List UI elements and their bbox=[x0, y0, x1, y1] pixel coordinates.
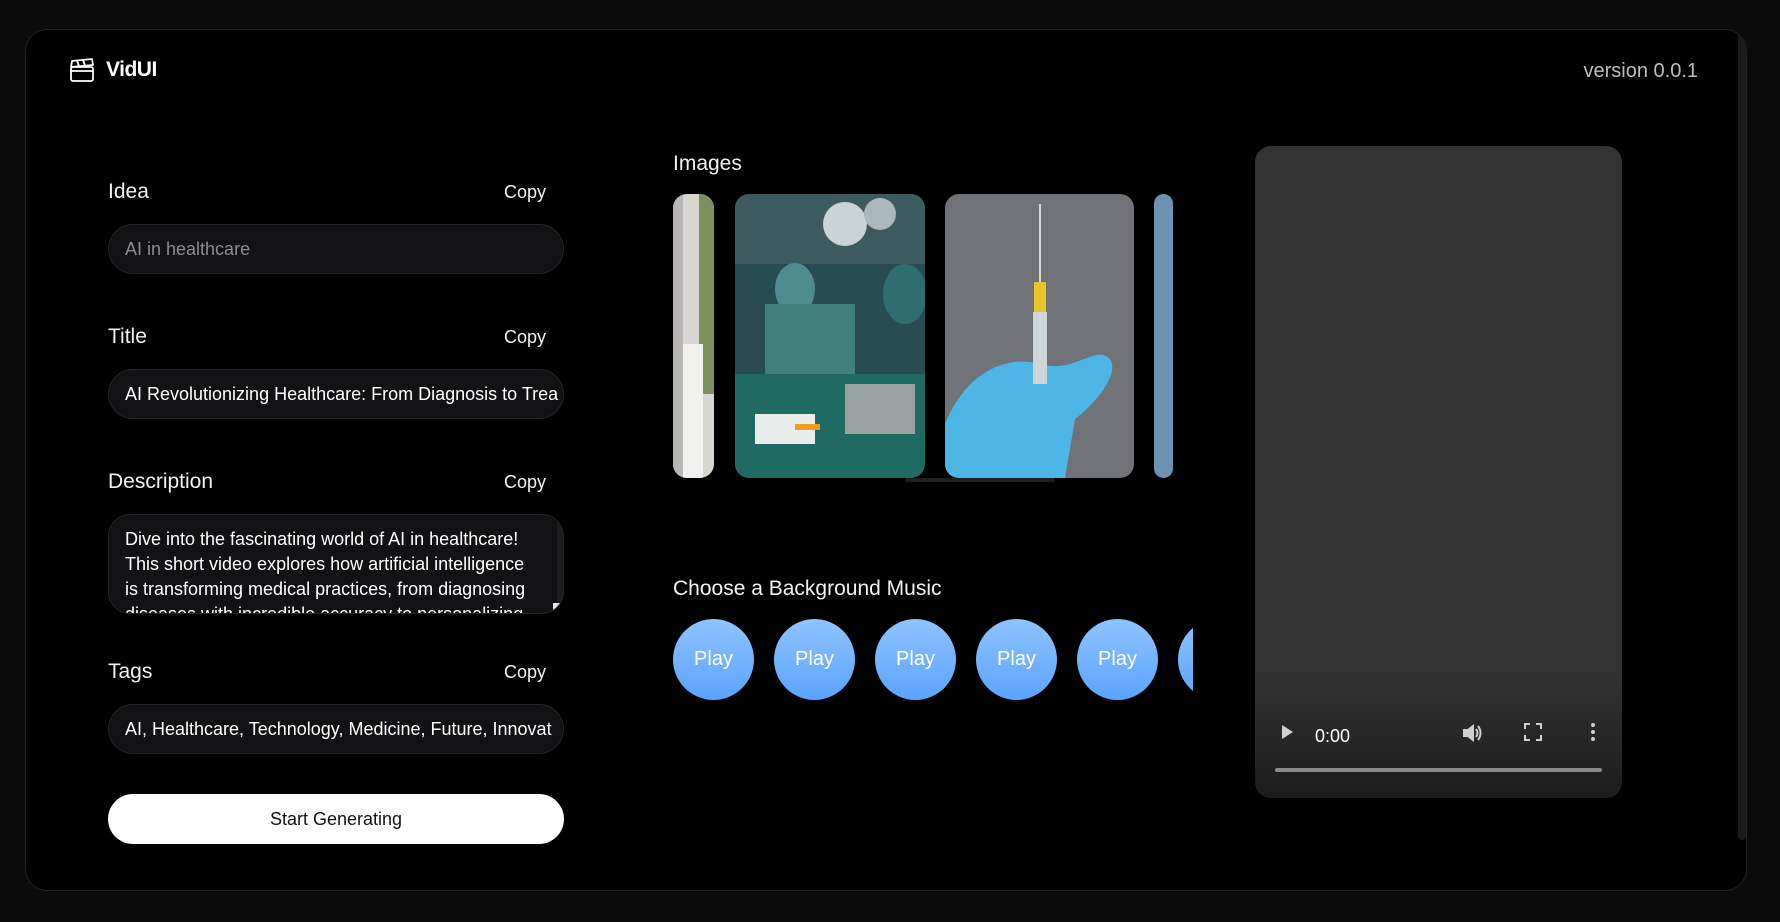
description-text: Dive into the fascinating world of AI in… bbox=[125, 529, 526, 614]
play-button-5[interactable]: Play bbox=[1077, 619, 1158, 700]
brand-name: VidUI bbox=[106, 58, 157, 81]
gallery-image-surgery[interactable] bbox=[735, 194, 925, 478]
app-window: VidUI version 0.0.1 Idea Copy AI in heal… bbox=[25, 29, 1747, 891]
title-header: Title Copy bbox=[108, 323, 564, 351]
description-label: Description bbox=[108, 470, 214, 493]
music-title: Choose a Background Music bbox=[673, 577, 942, 600]
images-title: Images bbox=[673, 152, 742, 175]
page-scrollbar[interactable] bbox=[1738, 30, 1746, 840]
tags-header: Tags Copy bbox=[108, 658, 564, 686]
play-button-1[interactable]: Play bbox=[673, 619, 754, 700]
title-copy-button[interactable]: Copy bbox=[504, 327, 546, 348]
idea-header: Idea Copy bbox=[108, 178, 564, 206]
volume-icon[interactable] bbox=[1459, 720, 1485, 746]
idea-input[interactable]: AI in healthcare bbox=[108, 224, 564, 274]
description-header: Description Copy bbox=[108, 468, 564, 496]
gallery-image-partial[interactable] bbox=[1154, 194, 1173, 478]
video-progress-bar[interactable] bbox=[1275, 768, 1602, 772]
video-controls-shade bbox=[1255, 668, 1622, 798]
play-button-2[interactable]: Play bbox=[774, 619, 855, 700]
description-copy-button[interactable]: Copy bbox=[504, 472, 546, 493]
tags-input[interactable]: AI, Healthcare, Technology, Medicine, Fu… bbox=[108, 704, 564, 754]
play-icon[interactable] bbox=[1275, 720, 1299, 744]
gallery-image-doctor[interactable] bbox=[673, 194, 714, 478]
tags-copy-button[interactable]: Copy bbox=[504, 662, 546, 683]
title-label: Title bbox=[108, 325, 147, 348]
description-textarea[interactable]: Dive into the fascinating world of AI in… bbox=[108, 514, 564, 614]
play-button-3[interactable]: Play bbox=[875, 619, 956, 700]
gallery-image-syringe[interactable] bbox=[945, 194, 1134, 478]
image-gallery[interactable] bbox=[673, 194, 1173, 484]
video-time: 0:00 bbox=[1315, 726, 1351, 746]
header: VidUI bbox=[68, 56, 157, 84]
music-list[interactable]: Play Play Play Play Play bbox=[673, 619, 1193, 701]
video-player[interactable]: 0:00 bbox=[1255, 146, 1622, 798]
gallery-scrollbar[interactable] bbox=[905, 478, 1055, 482]
start-generating-button[interactable]: Start Generating bbox=[108, 794, 564, 844]
idea-label: Idea bbox=[108, 180, 149, 203]
tags-label: Tags bbox=[108, 660, 153, 683]
version-label: version 0.0.1 bbox=[1583, 60, 1698, 82]
play-button-6[interactable] bbox=[1178, 619, 1193, 700]
title-input[interactable]: AI Revolutionizing Healthcare: From Diag… bbox=[108, 369, 564, 419]
clapperboard-icon bbox=[68, 56, 96, 84]
form-panel: Idea Copy AI in healthcare Title Copy AI… bbox=[108, 178, 564, 844]
idea-copy-button[interactable]: Copy bbox=[504, 182, 546, 203]
media-panel: Images Choose a Background Music Play Pl… bbox=[673, 152, 1198, 701]
play-button-4[interactable]: Play bbox=[976, 619, 1057, 700]
more-options-icon[interactable] bbox=[1581, 720, 1605, 744]
description-scrollbar[interactable] bbox=[557, 515, 563, 613]
fullscreen-icon[interactable] bbox=[1521, 720, 1545, 744]
resize-handle[interactable] bbox=[553, 603, 561, 611]
